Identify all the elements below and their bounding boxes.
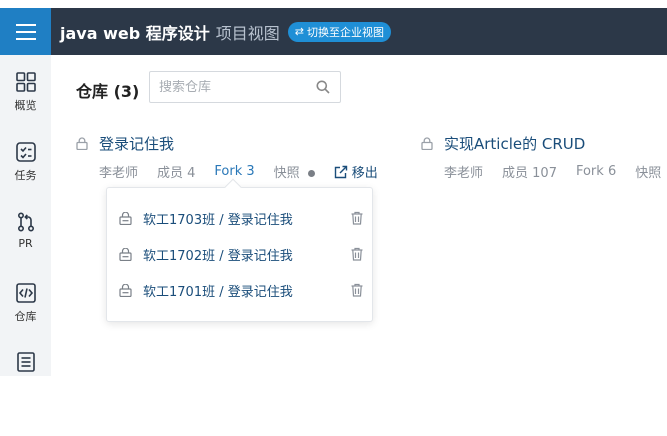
repo-members[interactable]: 成员 4 bbox=[157, 162, 195, 181]
sidebar-item-label: 任务 bbox=[14, 169, 37, 182]
move-out-button[interactable]: 移出 bbox=[334, 162, 378, 181]
pull-request-icon bbox=[17, 212, 34, 232]
repo-fork-icon bbox=[119, 283, 132, 297]
lock-icon bbox=[76, 137, 88, 150]
switch-view-button[interactable]: ⇄ 切换至企业视图 bbox=[287, 21, 391, 42]
repo-owner: 李老师 bbox=[99, 166, 139, 181]
overview-icon bbox=[15, 72, 36, 92]
code-icon bbox=[15, 283, 36, 303]
repo-snapshot[interactable]: 快照 bbox=[274, 162, 315, 181]
task-icon bbox=[15, 142, 36, 162]
fork-list-item[interactable]: 软工1701班 / 登录记住我 bbox=[119, 278, 364, 302]
search-icon[interactable] bbox=[316, 80, 330, 94]
sidebar-item-repository[interactable]: 仓库 bbox=[0, 282, 51, 324]
snapshot-dot-icon bbox=[307, 170, 315, 177]
course-title: java web 程序设计 bbox=[60, 23, 210, 43]
search-input[interactable] bbox=[159, 79, 309, 95]
sidebar-item-label: 概览 bbox=[14, 99, 37, 112]
repo-fork-icon bbox=[119, 211, 132, 225]
sidebar-item-document[interactable] bbox=[0, 351, 51, 373]
snapshot-label: 快照 bbox=[273, 166, 300, 181]
lock-icon bbox=[421, 137, 433, 150]
repo-name-link[interactable]: 实现Article的 CRUD bbox=[444, 133, 585, 154]
sidebar-item-label: 仓库 bbox=[14, 310, 37, 323]
trash-icon[interactable] bbox=[350, 247, 364, 261]
repo-members[interactable]: 成员 107 bbox=[502, 162, 557, 181]
repo-meta: 李老师 成员 4 Fork 3 快照 移出 bbox=[76, 162, 397, 181]
fork-name[interactable]: 软工1703班 / 登录记住我 bbox=[143, 209, 293, 228]
move-out-label: 移出 bbox=[351, 166, 378, 181]
search-box[interactable] bbox=[149, 71, 341, 103]
sidebar: 概览 任务 PR 仓库 bbox=[0, 55, 51, 376]
menu-icon-bar bbox=[15, 30, 36, 33]
fork-name[interactable]: 软工1702班 / 登录记住我 bbox=[143, 245, 293, 264]
repo-fork-icon bbox=[119, 247, 132, 261]
view-name: 项目视图 bbox=[215, 23, 280, 43]
trash-icon[interactable] bbox=[350, 283, 364, 297]
fork-name[interactable]: 软工1701班 / 登录记住我 bbox=[143, 281, 293, 300]
fork-list-item[interactable]: 软工1702班 / 登录记住我 bbox=[119, 242, 364, 266]
repo-name-row: 实现Article的 CRUD bbox=[421, 133, 667, 154]
top-header: java web 程序设计 项目视图 ⇄ 切换至企业视图 bbox=[0, 8, 667, 55]
repo-card: 实现Article的 CRUD 李老师 成员 107 Fork 6 快照 bbox=[421, 133, 667, 181]
page-title: 仓库 (3) bbox=[76, 82, 140, 101]
fork-list-item[interactable]: 软工1703班 / 登录记住我 bbox=[119, 206, 364, 230]
switch-view-label: 切换至企业视图 bbox=[306, 25, 384, 39]
repo-fork-link[interactable]: Fork 6 bbox=[576, 164, 616, 179]
sidebar-item-pr[interactable]: PR bbox=[0, 211, 51, 250]
sidebar-item-task[interactable]: 任务 bbox=[0, 141, 51, 183]
menu-icon-bar bbox=[15, 23, 36, 26]
repo-snapshot[interactable]: 快照 bbox=[635, 162, 661, 181]
repo-meta: 李老师 成员 107 Fork 6 快照 bbox=[421, 162, 667, 181]
sidebar-item-label: PR bbox=[18, 237, 33, 250]
main-content: 仓库 (3) 登录记住我 李老师 成员 4 Fork 3 快照 bbox=[51, 55, 667, 436]
external-move-icon bbox=[334, 165, 347, 178]
repo-name-row: 登录记住我 bbox=[76, 133, 397, 154]
sidebar-item-overview[interactable]: 概览 bbox=[0, 71, 51, 113]
document-icon bbox=[16, 352, 35, 372]
menu-button[interactable] bbox=[0, 8, 51, 55]
fork-popover: 软工1703班 / 登录记住我 软工1702班 / 登录记住我 软工1701班 … bbox=[106, 178, 373, 322]
repo-fork-link[interactable]: Fork 3 bbox=[214, 164, 254, 179]
menu-icon-bar bbox=[15, 37, 36, 40]
swap-arrows-icon: ⇄ bbox=[294, 25, 304, 38]
repo-name-link[interactable]: 登录记住我 bbox=[99, 133, 174, 154]
popover-arrow bbox=[224, 178, 242, 196]
repo-owner: 李老师 bbox=[444, 166, 484, 181]
trash-icon[interactable] bbox=[350, 211, 364, 225]
repo-card: 登录记住我 李老师 成员 4 Fork 3 快照 移出 bbox=[76, 133, 397, 181]
